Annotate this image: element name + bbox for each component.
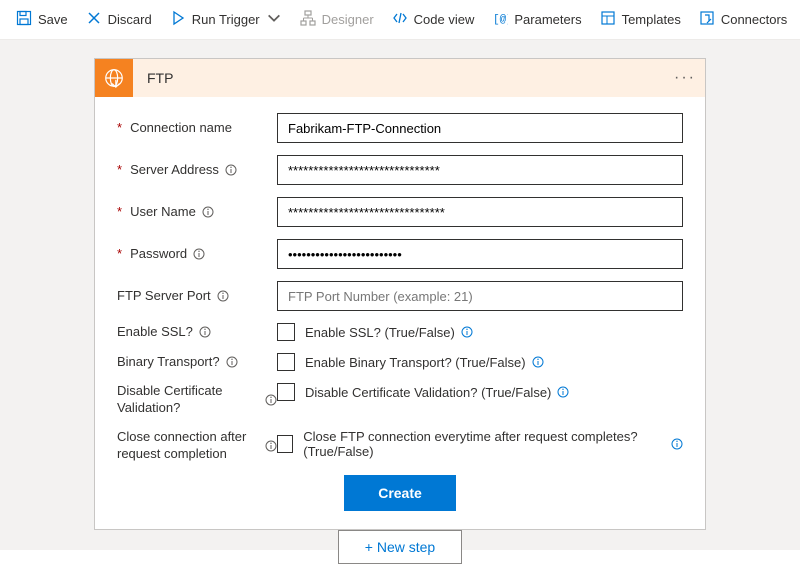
label-enable-ssl: Enable SSL?	[117, 324, 277, 341]
code-icon	[392, 10, 408, 29]
create-button[interactable]: Create	[344, 475, 456, 511]
info-icon[interactable]	[265, 440, 277, 452]
svg-text:[@]: [@]	[493, 14, 508, 26]
info-icon[interactable]	[532, 356, 544, 368]
run-trigger-button[interactable]: Run Trigger	[162, 6, 290, 33]
port-input[interactable]	[277, 281, 683, 311]
binary-chk-label: Enable Binary Transport? (True/False)	[305, 355, 544, 370]
parameters-button[interactable]: [@] Parameters	[484, 6, 589, 33]
command-bar: Save Discard Run Trigger Designer Code v…	[0, 0, 800, 40]
enable-ssl-chk-label: Enable SSL? (True/False)	[305, 325, 473, 340]
card-header[interactable]: FTP ···	[95, 59, 705, 97]
designer-button: Designer	[292, 6, 382, 33]
label-password: *Password	[117, 246, 277, 263]
new-step-button[interactable]: + New step	[338, 530, 462, 564]
designer-icon	[300, 10, 316, 29]
close-conn-chk-label: Close FTP connection everytime after req…	[303, 429, 683, 459]
password-input[interactable]	[277, 239, 683, 269]
enable-ssl-checkbox[interactable]	[277, 323, 295, 341]
label-connection-name: *Connection name	[117, 120, 277, 137]
chevron-down-icon	[266, 10, 282, 29]
info-icon[interactable]	[265, 394, 277, 406]
card-more-button[interactable]: ···	[665, 69, 705, 87]
label-binary: Binary Transport?	[117, 354, 277, 371]
info-icon[interactable]	[193, 248, 205, 260]
info-icon[interactable]	[226, 356, 238, 368]
save-icon	[16, 10, 32, 29]
label-port: FTP Server Port	[117, 288, 277, 305]
binary-checkbox[interactable]	[277, 353, 295, 371]
disable-cert-checkbox[interactable]	[277, 383, 295, 401]
label-user-name: *User Name	[117, 204, 277, 221]
parameters-icon: [@]	[492, 10, 508, 29]
close-conn-checkbox[interactable]	[277, 435, 293, 453]
templates-button[interactable]: Templates	[592, 6, 689, 33]
card-title: FTP	[133, 70, 665, 86]
disable-cert-chk-label: Disable Certificate Validation? (True/Fa…	[305, 385, 569, 400]
x-icon	[86, 10, 102, 29]
label-close-conn: Close connection after request completio…	[117, 429, 277, 463]
info-icon[interactable]	[217, 290, 229, 302]
server-address-input[interactable]	[277, 155, 683, 185]
ftp-icon	[95, 59, 133, 97]
code-view-button[interactable]: Code view	[384, 6, 483, 33]
connectors-button[interactable]: Connectors	[691, 6, 795, 33]
info-icon[interactable]	[202, 206, 214, 218]
label-server-address: *Server Address	[117, 162, 277, 179]
connection-name-input[interactable]	[277, 113, 683, 143]
info-icon[interactable]	[199, 326, 211, 338]
play-icon	[170, 10, 186, 29]
info-icon[interactable]	[671, 438, 683, 450]
save-button[interactable]: Save	[8, 6, 76, 33]
ftp-action-card: FTP ··· *Connection name *Server Address…	[94, 58, 706, 530]
discard-button[interactable]: Discard	[78, 6, 160, 33]
user-name-input[interactable]	[277, 197, 683, 227]
card-body: *Connection name *Server Address *User N…	[95, 97, 705, 529]
info-icon[interactable]	[557, 386, 569, 398]
info-icon[interactable]	[225, 164, 237, 176]
label-disable-cert: Disable Certificate Validation?	[117, 383, 277, 417]
connectors-icon	[699, 10, 715, 29]
info-icon[interactable]	[461, 326, 473, 338]
designer-canvas: FTP ··· *Connection name *Server Address…	[0, 40, 800, 550]
templates-icon	[600, 10, 616, 29]
